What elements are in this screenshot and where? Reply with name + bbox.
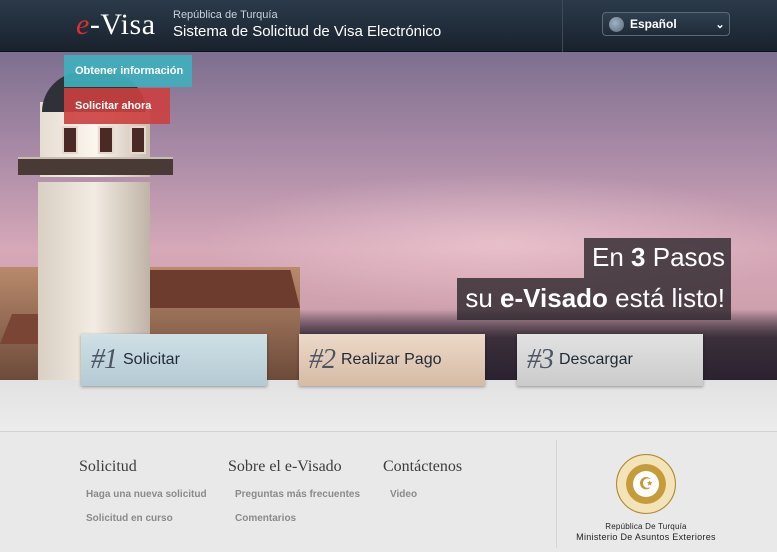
footer-link-comments[interactable]: Comentarios — [235, 513, 296, 524]
header-country: República de Turquía — [173, 9, 278, 21]
page: e-Visa República de Turquía Sistema de S… — [0, 0, 777, 552]
footer-divider — [556, 440, 557, 548]
footer-link-application-in-progress[interactable]: Solicitud en curso — [86, 513, 173, 524]
tower-balcony — [18, 157, 173, 175]
step-number: #2 — [309, 344, 336, 375]
step-label: Realizar Pago — [341, 351, 442, 368]
step-number: #1 — [91, 344, 118, 375]
top-header: e-Visa República de Turquía Sistema de S… — [0, 0, 777, 52]
hero-banner: Obtener información Solicitar ahora En 3… — [0, 52, 777, 380]
step-label: Solicitar — [123, 351, 180, 368]
footer-column-title: Solicitud — [79, 458, 137, 475]
language-select[interactable]: Español ⌄ — [602, 12, 730, 36]
tower-window — [98, 126, 114, 154]
footer-link-faq[interactable]: Preguntas más frecuentes — [235, 489, 360, 500]
step-apply-card[interactable]: #1 Solicitar — [81, 334, 267, 386]
language-label: Español — [630, 17, 677, 31]
get-information-button[interactable]: Obtener información — [64, 55, 192, 87]
header-title: Sistema de Solicitud de Visa Electrónico — [173, 23, 442, 40]
globe-icon — [609, 16, 624, 32]
ministry-seal-icon: ☪ — [616, 454, 676, 514]
footer-column-title: Sobre el e-Visado — [228, 458, 342, 475]
tower-window — [62, 126, 78, 154]
tower-window — [130, 126, 146, 154]
steps-band — [0, 380, 777, 432]
footer-column-title: Contáctenos — [383, 458, 463, 475]
step-number: #3 — [527, 344, 554, 375]
evisa-logo[interactable]: e-Visa — [76, 8, 156, 42]
hero-headline-line2: su e-Visado está listo! — [457, 278, 731, 320]
apply-now-button[interactable]: Solicitar ahora — [64, 88, 170, 124]
header-divider — [562, 0, 563, 52]
ministry-name: Ministerio De Asuntos Exteriores — [576, 532, 716, 542]
step-payment-card[interactable]: #2 Realizar Pago — [299, 334, 485, 386]
step-download-card[interactable]: #3 Descargar — [517, 334, 703, 386]
hero-headline-line1: En 3 Pasos — [584, 238, 731, 278]
footer-link-video[interactable]: Video — [390, 489, 417, 500]
crescent-star-icon: ☪ — [633, 471, 659, 497]
step-label: Descargar — [559, 351, 633, 368]
chevron-down-icon: ⌄ — [715, 18, 725, 31]
footer-link-new-application[interactable]: Haga una nueva solicitud — [86, 489, 207, 500]
tower-roof — [140, 270, 300, 308]
ministry-country: República De Turquía — [605, 522, 687, 531]
